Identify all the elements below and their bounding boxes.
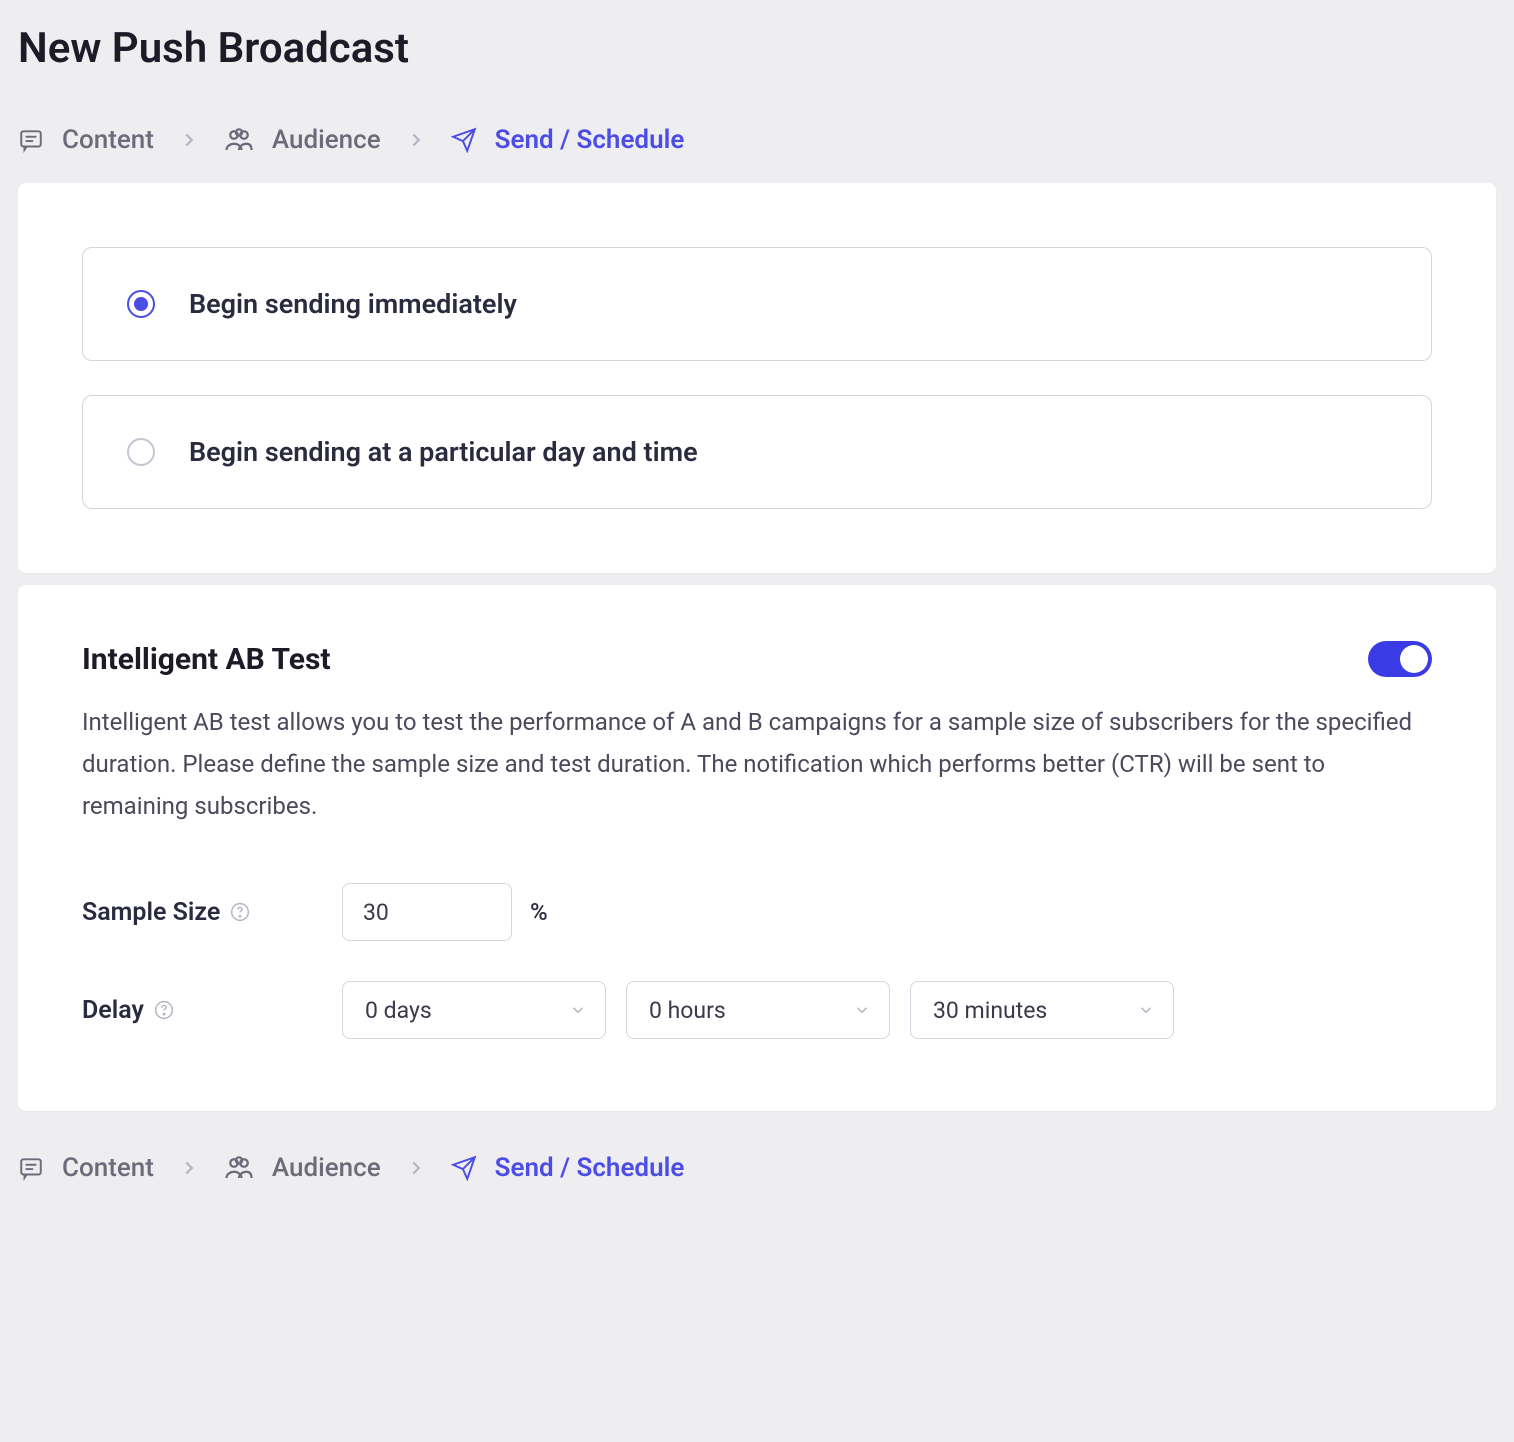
breadcrumb-audience[interactable]: Audience bbox=[224, 125, 381, 155]
radio-selected-icon bbox=[127, 290, 155, 318]
schedule-option-datetime[interactable]: Begin sending at a particular day and ti… bbox=[82, 395, 1432, 509]
schedule-option-immediate-label: Begin sending immediately bbox=[189, 288, 517, 320]
schedule-option-datetime-label: Begin sending at a particular day and ti… bbox=[189, 436, 698, 468]
breadcrumb-send-schedule-bottom[interactable]: Send / Schedule bbox=[451, 1153, 685, 1183]
sample-size-label-text: Sample Size bbox=[82, 898, 220, 927]
ab-test-title: Intelligent AB Test bbox=[82, 642, 331, 677]
delay-minutes-select[interactable]: 30 minutes bbox=[910, 981, 1174, 1039]
chevron-right-icon bbox=[405, 1157, 427, 1179]
delay-label-text: Delay bbox=[82, 996, 144, 1025]
chevron-down-icon bbox=[853, 1001, 871, 1019]
send-icon bbox=[451, 127, 477, 153]
breadcrumb-send-schedule-label-bottom: Send / Schedule bbox=[495, 1153, 685, 1183]
delay-minutes-value: 30 minutes bbox=[933, 997, 1047, 1024]
radio-unselected-icon bbox=[127, 438, 155, 466]
chevron-right-icon bbox=[178, 1157, 200, 1179]
chevron-down-icon bbox=[1137, 1001, 1155, 1019]
sample-size-row: Sample Size % bbox=[82, 883, 1432, 941]
sample-size-input[interactable] bbox=[342, 883, 512, 941]
message-icon bbox=[18, 127, 44, 153]
breadcrumb-audience-label: Audience bbox=[272, 125, 381, 155]
breadcrumb-content[interactable]: Content bbox=[18, 125, 154, 155]
chevron-right-icon bbox=[178, 129, 200, 151]
sample-size-label: Sample Size bbox=[82, 898, 342, 927]
message-icon bbox=[18, 1155, 44, 1181]
delay-hours-value: 0 hours bbox=[649, 997, 726, 1024]
percent-symbol: % bbox=[530, 898, 548, 926]
breadcrumb-audience-bottom[interactable]: Audience bbox=[224, 1153, 381, 1183]
schedule-card: Begin sending immediately Begin sending … bbox=[18, 183, 1496, 573]
ab-test-toggle[interactable] bbox=[1368, 641, 1432, 677]
breadcrumb-bottom: Content Audience Send / Schedule bbox=[0, 1111, 1514, 1207]
chevron-down-icon bbox=[569, 1001, 587, 1019]
ab-test-description: Intelligent AB test allows you to test t… bbox=[82, 701, 1432, 827]
breadcrumb-content-label-bottom: Content bbox=[62, 1153, 154, 1183]
people-icon bbox=[224, 127, 254, 153]
breadcrumb-top: Content Audience Send / Schedule bbox=[0, 113, 1514, 183]
delay-row: Delay 0 days 0 hours 30 minutes bbox=[82, 981, 1432, 1039]
people-icon bbox=[224, 1155, 254, 1181]
breadcrumb-audience-label-bottom: Audience bbox=[272, 1153, 381, 1183]
breadcrumb-send-schedule-label: Send / Schedule bbox=[495, 125, 685, 155]
ab-test-header: Intelligent AB Test bbox=[82, 641, 1432, 677]
help-icon[interactable] bbox=[154, 1000, 174, 1020]
page-title: New Push Broadcast bbox=[0, 0, 1514, 113]
delay-hours-select[interactable]: 0 hours bbox=[626, 981, 890, 1039]
delay-days-value: 0 days bbox=[365, 997, 432, 1024]
delay-days-select[interactable]: 0 days bbox=[342, 981, 606, 1039]
ab-test-card: Intelligent AB Test Intelligent AB test … bbox=[18, 585, 1496, 1111]
help-icon[interactable] bbox=[230, 902, 250, 922]
breadcrumb-send-schedule[interactable]: Send / Schedule bbox=[451, 125, 685, 155]
schedule-option-immediate[interactable]: Begin sending immediately bbox=[82, 247, 1432, 361]
delay-selects: 0 days 0 hours 30 minutes bbox=[342, 981, 1174, 1039]
chevron-right-icon bbox=[405, 129, 427, 151]
delay-label: Delay bbox=[82, 996, 342, 1025]
send-icon bbox=[451, 1155, 477, 1181]
breadcrumb-content-bottom[interactable]: Content bbox=[18, 1153, 154, 1183]
toggle-knob bbox=[1400, 645, 1428, 673]
breadcrumb-content-label: Content bbox=[62, 125, 154, 155]
